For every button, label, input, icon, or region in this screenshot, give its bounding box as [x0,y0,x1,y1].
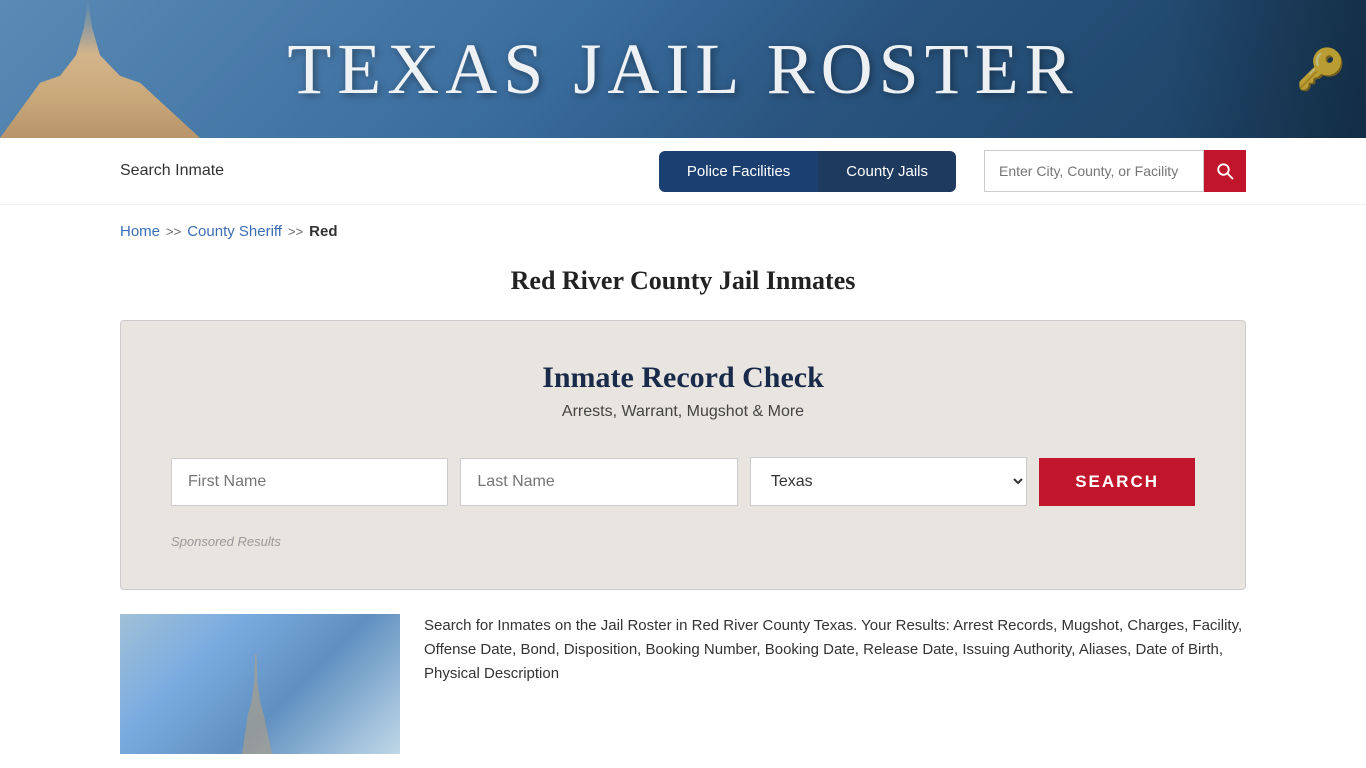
breadcrumb-county-sheriff[interactable]: County Sheriff [187,223,282,240]
bottom-description: Search for Inmates on the Jail Roster in… [400,614,1246,686]
breadcrumb-home[interactable]: Home [120,223,160,240]
breadcrumb-current: Red [309,223,337,240]
state-select[interactable]: AlabamaAlaskaArizonaArkansasCaliforniaCo… [750,457,1027,506]
sponsored-results: Sponsored Results [171,534,1195,549]
capitol-image [0,0,200,138]
first-name-input[interactable] [171,458,448,506]
breadcrumb-sep-2: >> [288,224,303,239]
record-search-button[interactable]: SEARCH [1039,458,1195,506]
header-banner: Texas Jail Roster [0,0,1366,138]
page-title-section: Red River County Jail Inmates [0,250,1366,320]
bottom-image [120,614,400,754]
page-title: Red River County Jail Inmates [120,266,1246,296]
nav-buttons: Police Facilities County Jails [659,151,956,192]
bottom-section: Search for Inmates on the Jail Roster in… [0,614,1366,754]
police-facilities-button[interactable]: Police Facilities [659,151,818,192]
nav-search-button[interactable] [1204,150,1246,192]
search-form-row: AlabamaAlaskaArizonaArkansasCaliforniaCo… [171,457,1195,506]
search-icon [1216,162,1234,180]
banner-title: Texas Jail Roster [287,28,1078,111]
county-jails-button[interactable]: County Jails [818,151,956,192]
keys-image [1166,0,1366,138]
record-check-box: Inmate Record Check Arrests, Warrant, Mu… [120,320,1246,590]
nav-search-input[interactable] [984,150,1204,192]
nav-search-container [984,150,1246,192]
last-name-input[interactable] [460,458,737,506]
breadcrumb: Home >> County Sheriff >> Red [0,205,1366,250]
search-inmate-label: Search Inmate [120,162,224,180]
breadcrumb-sep-1: >> [166,224,181,239]
navbar: Search Inmate Police Facilities County J… [0,138,1366,205]
record-check-title: Inmate Record Check [171,361,1195,395]
record-check-subtitle: Arrests, Warrant, Mugshot & More [171,403,1195,421]
